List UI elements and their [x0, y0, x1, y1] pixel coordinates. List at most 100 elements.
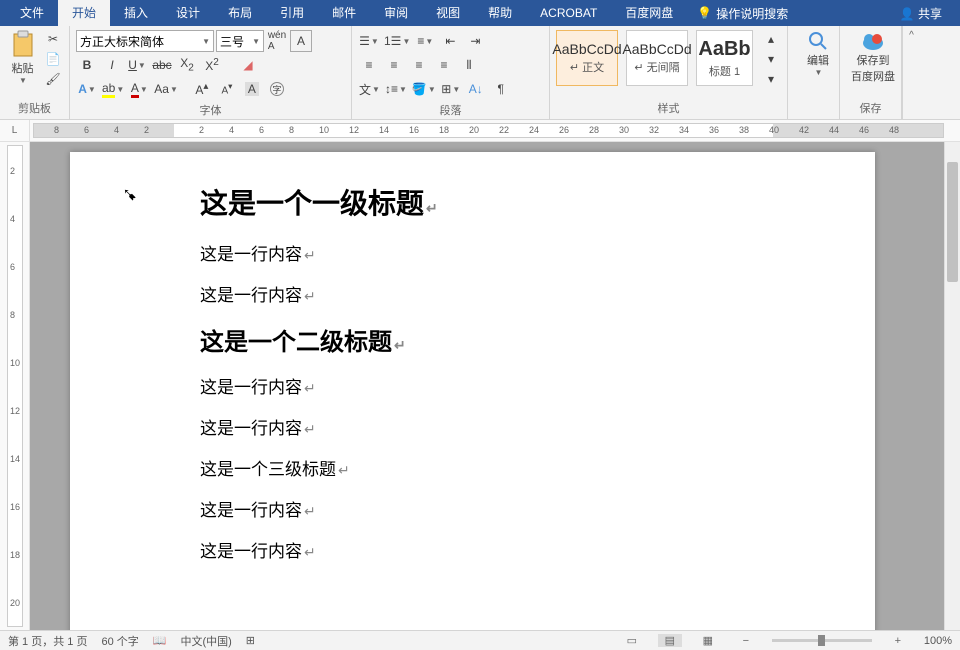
zoom-level[interactable]: 100%: [924, 635, 952, 647]
tab-design[interactable]: 设计: [162, 0, 214, 26]
justify-icon: ≡: [440, 58, 447, 72]
char-shading-button[interactable]: A: [241, 78, 263, 100]
tab-mailings[interactable]: 邮件: [318, 0, 370, 26]
style-heading1[interactable]: AaBb 标题 1: [696, 30, 753, 86]
page-scroll[interactable]: ➹ 这是一个一级标题↵ 这是一行内容↵ 这是一行内容↵ 这是一个二级标题↵ 这是…: [30, 142, 960, 630]
tab-acrobat[interactable]: ACROBAT: [526, 0, 611, 26]
align-right-button[interactable]: ≡: [408, 54, 430, 76]
align-center-button[interactable]: ≡: [383, 54, 405, 76]
collapse-ribbon-button[interactable]: ^: [902, 26, 920, 119]
zoom-out-button[interactable]: −: [734, 635, 758, 647]
shrink-font-button[interactable]: A▾: [216, 78, 238, 100]
copy-button[interactable]: 📄: [43, 50, 63, 68]
doc-paragraph[interactable]: 这是一行内容↵: [200, 496, 815, 521]
superscript-button[interactable]: X2: [201, 54, 223, 76]
tab-insert[interactable]: 插入: [110, 0, 162, 26]
text-effects-button[interactable]: A▼: [76, 78, 98, 100]
tab-references[interactable]: 引用: [266, 0, 318, 26]
para-mark-icon: ↵: [304, 503, 316, 519]
grow-font-button[interactable]: A▴: [191, 78, 213, 100]
change-case-button[interactable]: Aa▼: [153, 78, 179, 100]
page[interactable]: ➹ 这是一个一级标题↵ 这是一行内容↵ 这是一行内容↵ 这是一个二级标题↵ 这是…: [70, 152, 875, 630]
tab-layout[interactable]: 布局: [214, 0, 266, 26]
text-direction-button[interactable]: 文▼: [358, 78, 381, 100]
highlight-button[interactable]: ab▼: [101, 78, 125, 100]
zoom-in-button[interactable]: +: [886, 635, 910, 647]
doc-heading3[interactable]: 这是一个三级标题↵: [200, 455, 815, 480]
underline-button[interactable]: U▼: [126, 54, 148, 76]
styles-more-button[interactable]: ▾: [761, 70, 781, 88]
print-layout-button[interactable]: ▤: [658, 634, 682, 647]
bold-button[interactable]: B: [76, 54, 98, 76]
tab-view[interactable]: 视图: [422, 0, 474, 26]
doc-paragraph[interactable]: 这是一行内容↵: [200, 537, 815, 562]
increase-indent-button[interactable]: ⇥: [464, 30, 486, 52]
cut-button[interactable]: ✂: [43, 30, 63, 48]
styles-down-button[interactable]: ▾: [761, 50, 781, 68]
numbering-button[interactable]: 1☰▼: [383, 30, 411, 52]
strike-button[interactable]: abc: [151, 54, 173, 76]
language-indicator[interactable]: 中文(中国): [180, 633, 231, 649]
save-baidu-button[interactable]: 保存到 百度网盘: [846, 30, 900, 84]
edit-button[interactable]: 编辑 ▼: [794, 30, 842, 77]
underline-icon: U: [128, 58, 137, 72]
doc-heading2[interactable]: 这是一个二级标题↵: [200, 322, 815, 357]
tell-me[interactable]: 💡 操作说明搜索: [687, 5, 798, 22]
doc-paragraph[interactable]: 这是一行内容↵: [200, 240, 815, 265]
line-spacing-button[interactable]: ↕≡▼: [384, 78, 408, 100]
style-name: ↵ 正文: [570, 59, 604, 75]
subscript-button[interactable]: X2: [176, 54, 198, 76]
indent-icon: ⇥: [470, 34, 480, 48]
borders-button[interactable]: ⊞▼: [440, 78, 462, 100]
bullets-button[interactable]: ☰▼: [358, 30, 380, 52]
font-name-select[interactable]: 方正大标宋简体 ▼: [76, 30, 214, 52]
paste-button[interactable]: 粘贴 ▼: [6, 30, 39, 85]
page-indicator[interactable]: 第 1 页，共 1 页: [8, 633, 87, 649]
outdent-icon: ⇤: [445, 34, 455, 48]
style-normal[interactable]: AaBbCcDd ↵ 正文: [556, 30, 618, 86]
show-marks-button[interactable]: ¶: [490, 78, 512, 100]
doc-paragraph[interactable]: 这是一行内容↵: [200, 414, 815, 439]
font-size-select[interactable]: 三号 ▼: [216, 30, 264, 52]
scrollbar-vertical[interactable]: [944, 142, 960, 630]
proofing-icon[interactable]: 📖: [153, 634, 167, 647]
tab-help[interactable]: 帮助: [474, 0, 526, 26]
char-border-button[interactable]: A: [290, 30, 312, 52]
align-left-button[interactable]: ≡: [358, 54, 380, 76]
clear-format-button[interactable]: ◢: [237, 54, 259, 76]
share-label: 共享: [918, 7, 942, 21]
justify-button[interactable]: ≡: [433, 54, 455, 76]
doc-paragraph[interactable]: 这是一行内容↵: [200, 281, 815, 306]
sort-button[interactable]: A↓: [465, 78, 487, 100]
tab-baidu[interactable]: 百度网盘: [611, 0, 687, 26]
font-label: 字体: [76, 100, 345, 121]
web-layout-button[interactable]: ▦: [696, 634, 720, 647]
decrease-indent-button[interactable]: ⇤: [439, 30, 461, 52]
scrollbar-thumb[interactable]: [947, 162, 958, 282]
read-mode-button[interactable]: ▭: [620, 634, 644, 647]
chevron-down-icon: ▼: [19, 76, 27, 85]
share-button[interactable]: 👤 共享: [888, 5, 954, 22]
doc-heading1[interactable]: 这是一个一级标题↵: [200, 182, 815, 222]
zoom-thumb[interactable]: [818, 635, 825, 646]
tab-home[interactable]: 开始: [58, 0, 110, 26]
distribute-button[interactable]: ⫴: [458, 54, 480, 76]
tab-file[interactable]: 文件: [6, 0, 58, 26]
multilevel-button[interactable]: ≡▼: [414, 30, 436, 52]
format-painter-button[interactable]: 🖌: [43, 70, 63, 88]
accessibility-icon[interactable]: ⊞: [246, 634, 255, 647]
enclose-char-button[interactable]: 字: [266, 78, 288, 100]
ruler-h-track[interactable]: 8642246810121416182022242628303234363840…: [33, 123, 944, 138]
phonetic-button[interactable]: wénA: [266, 30, 288, 52]
shading-button[interactable]: 🪣▼: [411, 78, 437, 100]
font-color-button[interactable]: A▼: [128, 78, 150, 100]
zoom-slider[interactable]: [772, 639, 872, 642]
styles-up-button[interactable]: ▴: [761, 30, 781, 48]
style-nospacing[interactable]: AaBbCcDd ↵ 无间隔: [626, 30, 688, 86]
doc-paragraph[interactable]: 这是一行内容↵: [200, 373, 815, 398]
italic-button[interactable]: I: [101, 54, 123, 76]
tab-review[interactable]: 审阅: [370, 0, 422, 26]
share-icon: 👤: [900, 7, 915, 21]
word-count[interactable]: 60 个字: [101, 633, 138, 649]
ruler-v-track[interactable]: 2468101214161820: [7, 145, 23, 627]
